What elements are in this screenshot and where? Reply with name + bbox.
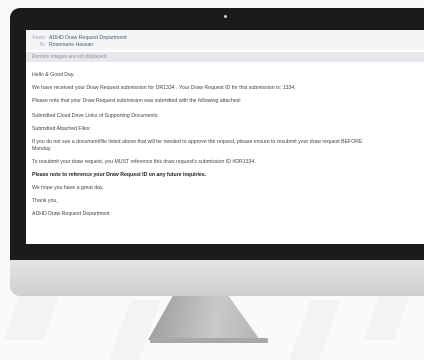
reference-note-text: Please note to reference your Draw Reque… (32, 172, 207, 178)
attached-files-text: Submitted Attached Files: (32, 126, 91, 132)
to-label: To: (39, 42, 46, 48)
to-row: To: Rosemarie Hassan (32, 42, 93, 48)
resubmit-text: To resubmit your draw request, you MUST … (32, 159, 256, 165)
to-value[interactable]: Rosemarie Hassan (49, 42, 93, 48)
missing-doc-text-cont: Monday. (32, 146, 52, 152)
monitor-stand (148, 296, 260, 340)
email-header: From: ADHD Draw Request Department To: Ros… (26, 30, 424, 50)
remote-images-notice: Remote images are not displayed. (32, 54, 108, 60)
received-text: We have received your Draw Request submi… (32, 85, 296, 91)
background-stripe (109, 300, 161, 360)
background-stripe (289, 300, 341, 360)
signature-text: ADHD Draw Request Department (32, 211, 110, 217)
monitor-chin (10, 260, 424, 296)
cloud-links-text: Submitted Cloud Drive Links of Supportin… (32, 113, 159, 119)
camera-dot (224, 15, 227, 18)
email-screen: From: ADHD Draw Request Department To: Ros… (26, 30, 424, 244)
from-row: From: ADHD Draw Request Department (32, 35, 127, 41)
wish-text: We hope you have a great day. (32, 185, 104, 191)
from-label: From: (32, 35, 46, 41)
monitor-stand-base (150, 338, 268, 343)
greeting-text: Hello & Good Day. (32, 72, 75, 78)
missing-doc-text: If you do not see a document/file listed… (32, 139, 363, 145)
remote-images-banner: Remote images are not displayed. (26, 52, 424, 62)
thanks-text: Thank you, (32, 198, 58, 204)
attached-note-text: Please note that your Draw Request submi… (32, 98, 242, 104)
from-value[interactable]: ADHD Draw Request Department (49, 35, 127, 41)
